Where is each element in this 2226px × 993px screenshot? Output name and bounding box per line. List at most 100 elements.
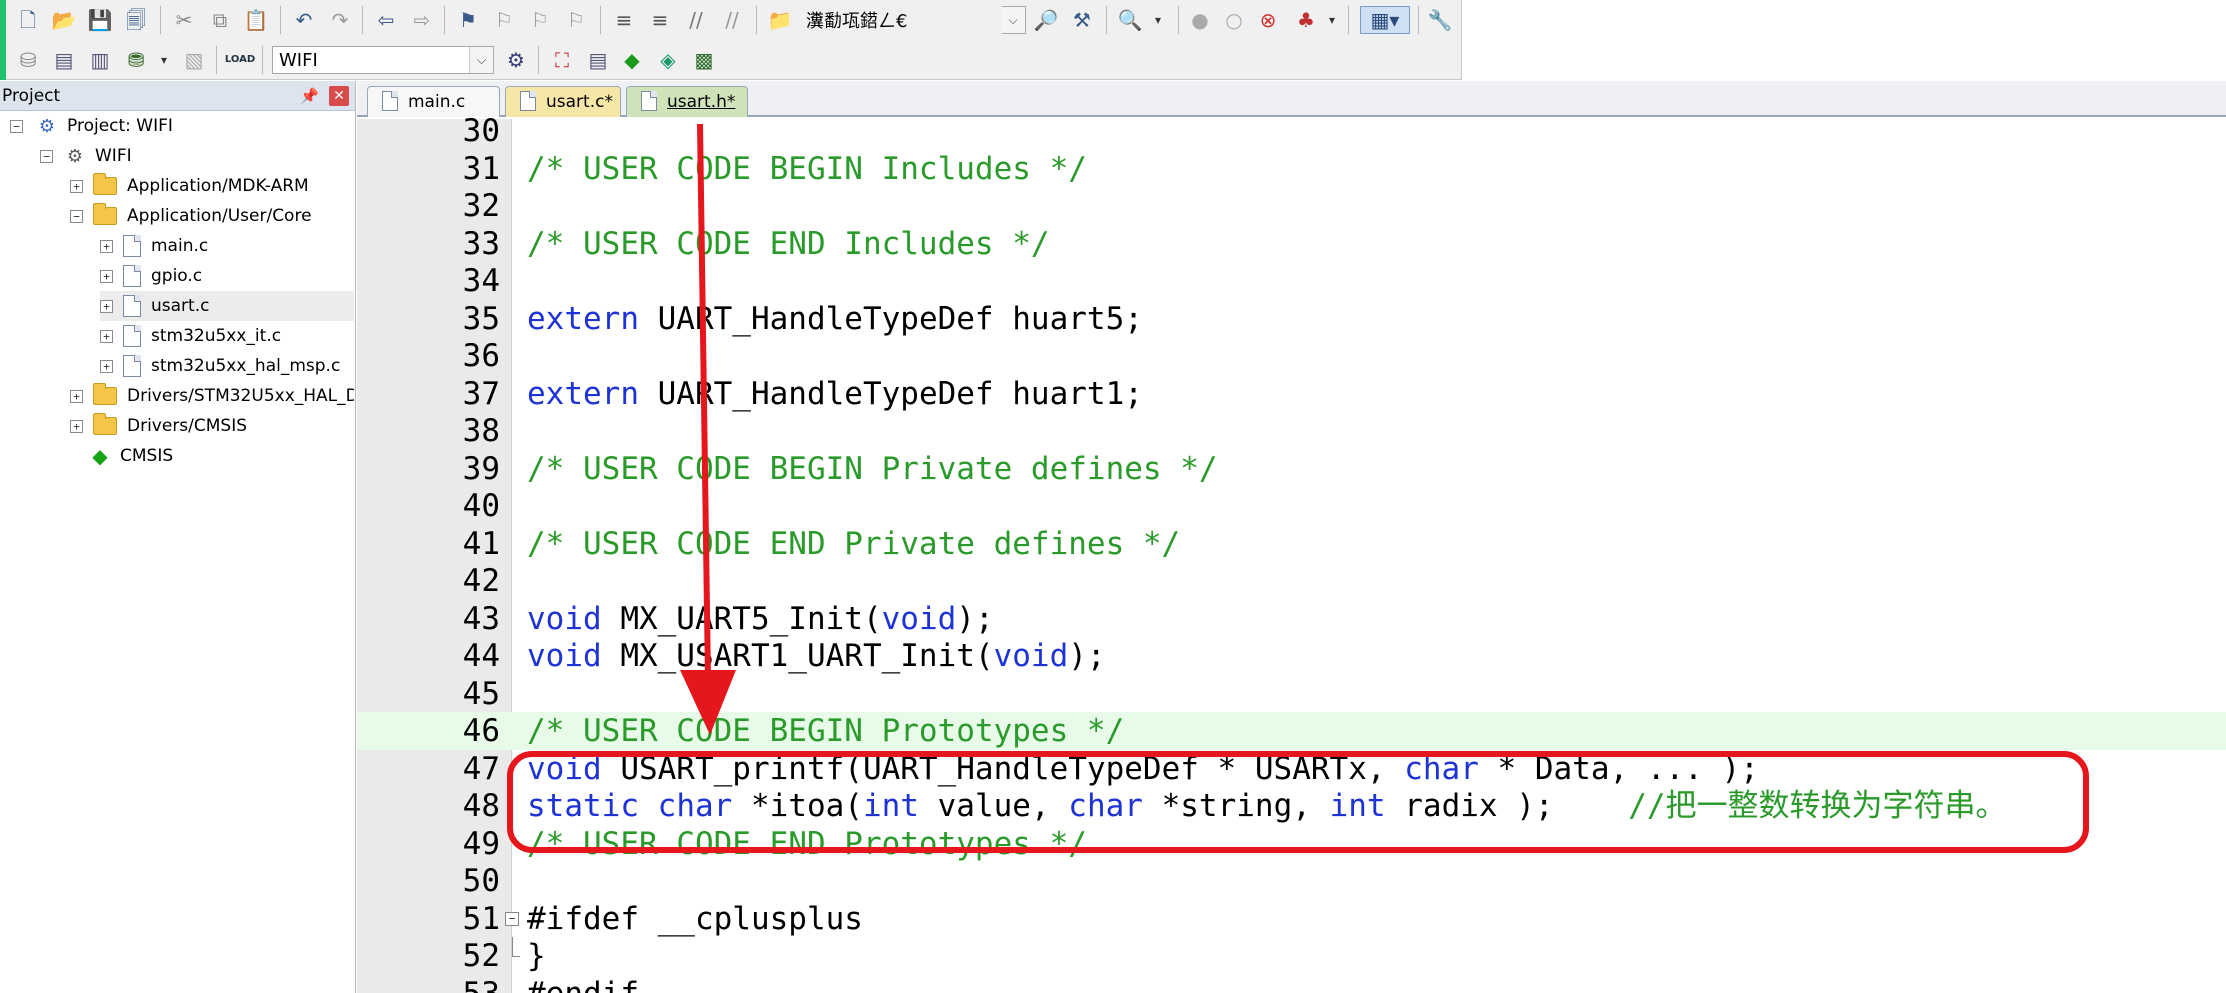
code-line[interactable]: 49 /* USER CODE END Prototypes */ xyxy=(357,825,2226,863)
expand-icon[interactable]: + xyxy=(100,359,113,373)
next-bookmark-icon[interactable]: ⚐ xyxy=(526,6,554,34)
clear-bookmarks-icon[interactable]: ⚐ xyxy=(562,6,590,34)
code-line[interactable]: 32 xyxy=(357,187,2226,225)
expand-icon[interactable]: + xyxy=(70,179,83,193)
batch-build-dropdown-icon[interactable]: ▾ xyxy=(150,46,178,74)
code-line[interactable]: 45 xyxy=(357,675,2226,713)
code-line[interactable]: 30 xyxy=(357,112,2226,150)
find-icon[interactable]: 🔎 xyxy=(1032,6,1060,34)
code-line[interactable]: 31 /* USER CODE BEGIN Includes */ xyxy=(357,150,2226,188)
paste-icon[interactable]: 📋 xyxy=(242,6,270,34)
indent-icon[interactable]: ≡ xyxy=(610,6,638,34)
code-line[interactable]: 41 /* USER CODE END Private defines */ xyxy=(357,525,2226,563)
target-options-icon[interactable]: ⚙ xyxy=(502,46,530,74)
tree-item-file[interactable]: + stm32u5xx_it.c xyxy=(100,321,281,351)
download-icon[interactable]: LOAD xyxy=(225,46,255,74)
tree-item-group[interactable]: + Drivers/STM32U5xx_HAL_Drive xyxy=(70,381,354,411)
save-icon[interactable]: 💾 xyxy=(86,6,114,34)
code-line[interactable]: 36 xyxy=(357,337,2226,375)
select-packs-icon[interactable]: ▤ xyxy=(584,46,612,74)
code-line[interactable]: 38 xyxy=(357,412,2226,450)
window-layout-icon[interactable]: ▦▾ xyxy=(1360,6,1410,34)
code-editor[interactable]: 30 31 /* USER CODE BEGIN Includes */ 32 33 /*… xyxy=(357,113,2226,993)
undo-icon[interactable]: ↶ xyxy=(290,6,318,34)
manage-project-items-icon[interactable]: ⛶ xyxy=(548,46,576,74)
tree-item-project[interactable]: − ⚙ Project: WIFI xyxy=(10,111,173,141)
find-in-files-icon[interactable]: 📁 xyxy=(766,6,794,34)
debug-dropdown-icon[interactable]: ▾ xyxy=(1144,6,1172,34)
build-icon[interactable]: ▤ xyxy=(50,46,78,74)
expand-icon[interactable]: + xyxy=(70,419,83,433)
code-line[interactable]: 34 xyxy=(357,262,2226,300)
code-line[interactable]: 44 void MX_USART1_UART_Init(void); xyxy=(357,637,2226,675)
expand-icon[interactable]: + xyxy=(100,299,113,313)
expand-icon[interactable]: + xyxy=(70,389,83,403)
code-line[interactable]: 39 /* USER CODE BEGIN Private defines */ xyxy=(357,450,2226,488)
manage-runtime-icon[interactable]: ◆ xyxy=(618,46,646,74)
code-line[interactable]: 51− #ifdef __cplusplus xyxy=(357,900,2226,938)
debug-session-icon[interactable]: 🔍 xyxy=(1116,6,1144,34)
code-line[interactable]: 48 static char *itoa(int value, char *str… xyxy=(357,787,2226,825)
code-line[interactable]: 35 extern UART_HandleTypeDef huart5; xyxy=(357,300,2226,338)
tree-item-file[interactable]: + gpio.c xyxy=(100,261,202,291)
tree-item-group[interactable]: + Application/MDK-ARM xyxy=(70,171,309,201)
target-select[interactable]: WIFI ⌵ xyxy=(272,46,494,74)
code-line[interactable]: 46 /* USER CODE BEGIN Prototypes */ xyxy=(357,712,2226,750)
unindent-icon[interactable]: ≡ xyxy=(646,6,674,34)
save-all-icon[interactable]: 🗐 xyxy=(122,6,150,34)
code-line[interactable]: 43 void MX_UART5_Init(void); xyxy=(357,600,2226,638)
code-line[interactable]: 47 void USART_printf(UART_HandleTypeDef *… xyxy=(357,750,2226,788)
tree-item-group[interactable]: − Application/User/Core xyxy=(70,201,312,231)
close-icon[interactable]: ✕ xyxy=(329,86,349,106)
code-line[interactable]: 33 /* USER CODE END Includes */ xyxy=(357,225,2226,263)
redo-icon[interactable]: ↷ xyxy=(326,6,354,34)
stop-build-icon[interactable]: ▧ xyxy=(180,46,208,74)
expand-icon[interactable]: + xyxy=(100,329,113,343)
incremental-find-icon[interactable]: ⚒ xyxy=(1068,6,1096,34)
rebuild-icon[interactable]: ▥ xyxy=(86,46,114,74)
code-text: /* USER CODE BEGIN Prototypes */ xyxy=(527,712,1124,750)
batch-build-icon[interactable]: ⛃ xyxy=(122,46,150,74)
find-combo-dropdown[interactable]: ⌵ xyxy=(1001,6,1026,34)
copy-icon[interactable]: ⧉ xyxy=(206,6,234,34)
code-line[interactable]: 40 xyxy=(357,487,2226,525)
tree-item-target[interactable]: − ⚙ WIFI xyxy=(40,141,132,171)
tree-item-file[interactable]: + stm32u5xx_hal_msp.c xyxy=(100,351,340,381)
nav-forward-icon[interactable]: ⇨ xyxy=(408,6,436,34)
breakpoint-icon[interactable]: ● xyxy=(1186,6,1214,34)
find-combo[interactable]: 瀵勫瓨鍣ㄥ€ xyxy=(800,6,1026,34)
collapse-icon[interactable]: − xyxy=(10,119,23,133)
code-line[interactable]: 37 extern UART_HandleTypeDef huart1; xyxy=(357,375,2226,413)
expand-icon[interactable]: + xyxy=(100,239,113,253)
comment-icon[interactable]: // xyxy=(682,6,710,34)
nav-back-icon[interactable]: ⇦ xyxy=(372,6,400,34)
tree-item-group[interactable]: + Drivers/CMSIS xyxy=(70,411,247,441)
cut-icon[interactable]: ✂ xyxy=(170,6,198,34)
breakpoints-dropdown-icon[interactable]: ▾ xyxy=(1318,6,1346,34)
tree-item-file-selected[interactable]: + usart.c xyxy=(100,291,354,321)
bookmark-icon[interactable]: ⚑ xyxy=(454,6,482,34)
code-line[interactable]: 50 xyxy=(357,862,2226,900)
disable-breakpoint-icon[interactable]: ○ xyxy=(1220,6,1248,34)
tree-item-component[interactable]: ◆ CMSIS xyxy=(88,441,173,471)
cmsis-icon[interactable]: ▩ xyxy=(690,46,718,74)
kill-breakpoints-icon[interactable]: ⊗ xyxy=(1254,6,1282,34)
code-line[interactable]: 52} xyxy=(357,937,2226,975)
translate-icon[interactable]: ⛁ xyxy=(14,46,42,74)
expand-icon[interactable]: + xyxy=(100,269,113,283)
pack-installer-icon[interactable]: ◈ xyxy=(654,46,682,74)
uncomment-icon[interactable]: // xyxy=(718,6,746,34)
open-file-icon[interactable]: 📂 xyxy=(50,6,78,34)
new-file-icon[interactable]: 🗋 xyxy=(14,6,42,34)
tree-item-file[interactable]: + main.c xyxy=(100,231,208,261)
clear-breakpoints-icon[interactable]: ♣ xyxy=(1292,6,1320,34)
configure-icon[interactable]: 🔧 xyxy=(1426,6,1454,34)
target-select-value: WIFI xyxy=(279,49,318,71)
collapse-icon[interactable]: − xyxy=(40,149,53,163)
prev-bookmark-icon[interactable]: ⚐ xyxy=(490,6,518,34)
fold-toggle-icon[interactable]: − xyxy=(505,911,519,926)
pin-icon[interactable]: 📌 xyxy=(300,87,319,105)
code-line[interactable]: 42 xyxy=(357,562,2226,600)
code-line[interactable]: 53 #endif xyxy=(357,975,2226,993)
collapse-icon[interactable]: − xyxy=(70,209,83,223)
